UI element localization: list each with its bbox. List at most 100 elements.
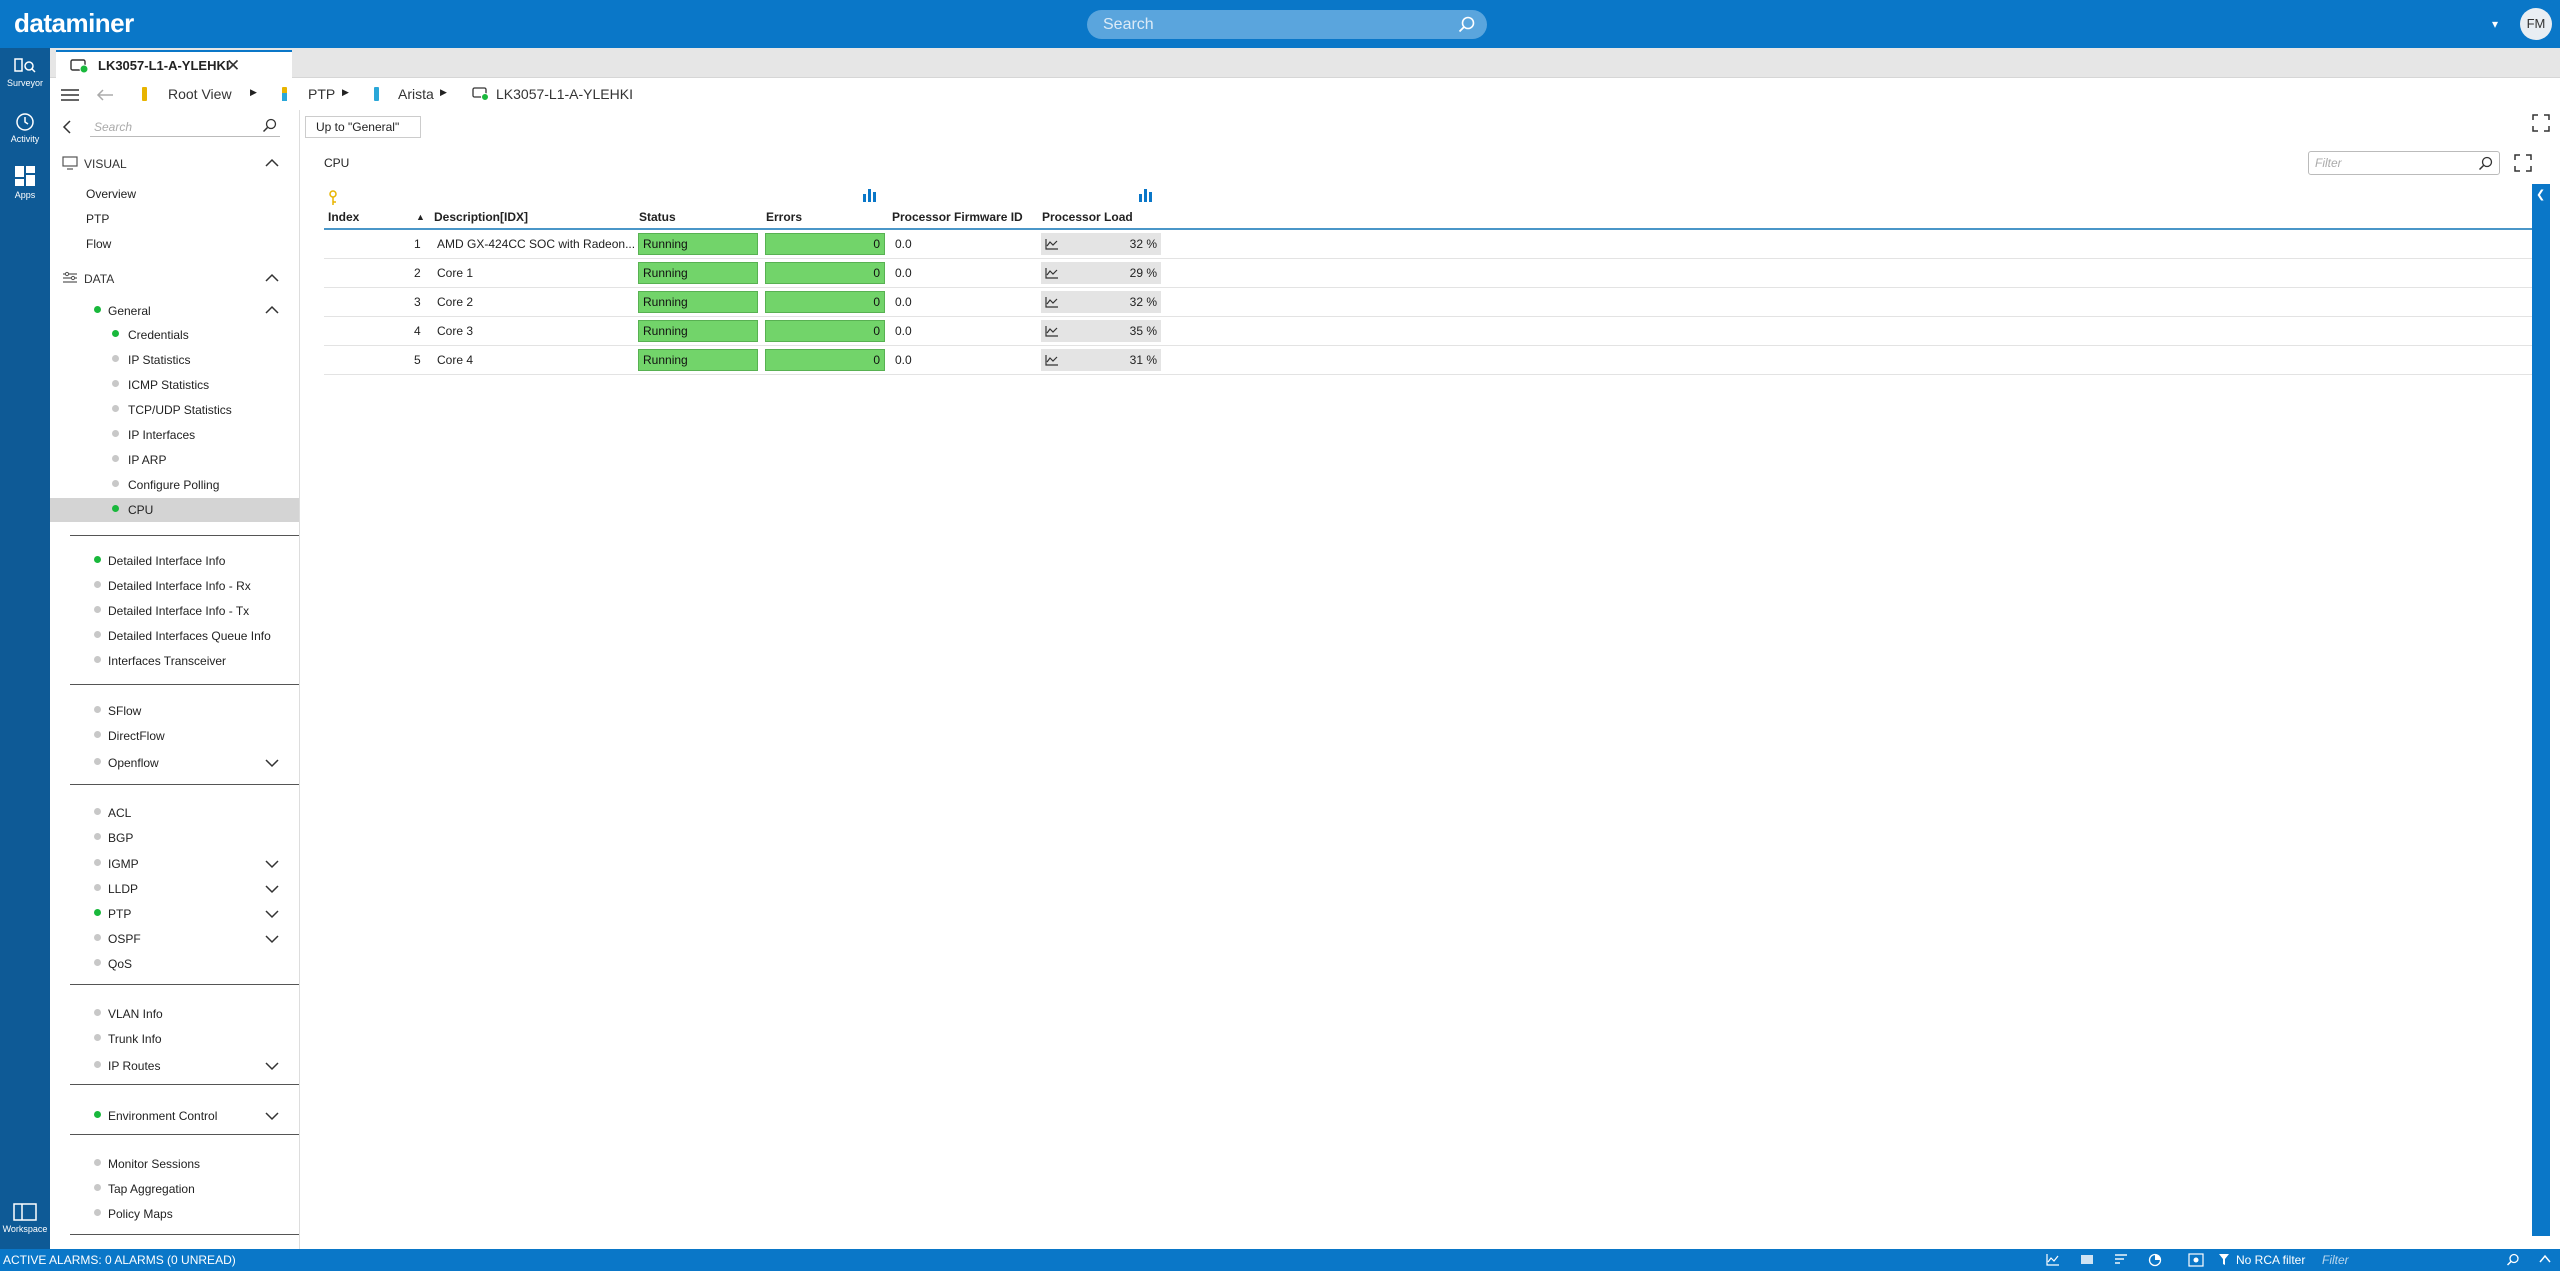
sidebar-item-flow[interactable]: Flow bbox=[86, 237, 111, 251]
tab-element[interactable]: LK3057-L1-A-YLEHKI ✕ bbox=[56, 50, 292, 78]
sidebar-item-openflow[interactable]: Openflow bbox=[108, 756, 159, 770]
sidebar-item-lldp[interactable]: LLDP bbox=[108, 882, 138, 896]
search-icon[interactable] bbox=[2478, 156, 2494, 172]
sort-ascending-icon[interactable]: ▲ bbox=[416, 212, 425, 222]
table-filter-input[interactable] bbox=[2315, 155, 2465, 171]
breadcrumb-ptp[interactable]: PTP bbox=[308, 86, 335, 102]
breadcrumb-root-view[interactable]: Root View bbox=[168, 86, 232, 102]
chevron-down-icon[interactable] bbox=[264, 1111, 280, 1121]
chevron-down-icon[interactable] bbox=[264, 758, 280, 768]
trend-chart-icon[interactable] bbox=[2046, 1253, 2060, 1266]
list-view-icon[interactable] bbox=[2080, 1253, 2094, 1266]
global-search-input[interactable] bbox=[1103, 14, 1443, 35]
bar-chart-icon[interactable] bbox=[1138, 188, 1154, 202]
up-to-parent-button[interactable]: Up to "General" bbox=[305, 116, 421, 138]
sidebar-item-detailed-interface-info-rx[interactable]: Detailed Interface Info - Rx bbox=[108, 579, 251, 593]
column-header-description[interactable]: Description[IDX] bbox=[434, 210, 528, 224]
sidebar-item-ptp-visual[interactable]: PTP bbox=[86, 212, 109, 226]
sidebar-item-ip-routes[interactable]: IP Routes bbox=[108, 1059, 160, 1073]
rca-filter-label[interactable]: No RCA filter bbox=[2236, 1253, 2305, 1267]
menu-caret-icon[interactable]: ▾ bbox=[2492, 17, 2498, 31]
sidebar-item-general[interactable]: General bbox=[108, 304, 151, 318]
chevron-down-icon[interactable] bbox=[264, 1061, 280, 1071]
sort-icon[interactable] bbox=[2114, 1253, 2128, 1266]
sidebar-item-qos[interactable]: QoS bbox=[108, 957, 132, 971]
sidebar-section-visual[interactable]: VISUAL bbox=[84, 157, 127, 171]
fullscreen-icon[interactable] bbox=[2532, 114, 2550, 132]
column-header-status[interactable]: Status bbox=[639, 210, 676, 224]
chevron-down-icon[interactable] bbox=[264, 909, 280, 919]
column-header-errors[interactable]: Errors bbox=[766, 210, 802, 224]
search-icon[interactable] bbox=[2506, 1253, 2520, 1267]
breadcrumb-arista[interactable]: Arista bbox=[398, 86, 434, 102]
sidebar-item-detailed-interface-info[interactable]: Detailed Interface Info bbox=[108, 554, 225, 568]
sidebar-item-cpu[interactable]: CPU bbox=[128, 503, 153, 517]
rail-activity[interactable]: Activity bbox=[0, 112, 50, 144]
chevron-up-icon[interactable] bbox=[264, 273, 280, 283]
trend-chart-icon[interactable] bbox=[1045, 267, 1059, 279]
sidebar-item-directflow[interactable]: DirectFlow bbox=[108, 729, 165, 743]
sidebar-search-input[interactable] bbox=[94, 118, 254, 136]
sidebar-item-vlan-info[interactable]: VLAN Info bbox=[108, 1007, 163, 1021]
chevron-down-icon[interactable] bbox=[264, 934, 280, 944]
sidebar-item-policy-maps[interactable]: Policy Maps bbox=[108, 1207, 173, 1221]
sidebar-item-detailed-interfaces-queue-info[interactable]: Detailed Interfaces Queue Info bbox=[108, 629, 271, 643]
sidebar-item-ptp[interactable]: PTP bbox=[108, 907, 131, 921]
filter-icon[interactable] bbox=[2218, 1253, 2230, 1266]
back-arrow-icon[interactable] bbox=[96, 88, 114, 102]
sidebar-item-environment-control[interactable]: Environment Control bbox=[108, 1109, 217, 1123]
sidebar-item-tcp-udp-statistics[interactable]: TCP/UDP Statistics bbox=[128, 403, 232, 417]
chevron-down-icon[interactable] bbox=[264, 859, 280, 869]
sidebar-item-ip-arp[interactable]: IP ARP bbox=[128, 453, 166, 467]
rail-workspace[interactable]: Workspace bbox=[0, 1202, 50, 1234]
column-header-processor-load[interactable]: Processor Load bbox=[1042, 210, 1133, 224]
search-icon[interactable] bbox=[262, 118, 278, 134]
sidebar-item-interfaces-transceiver[interactable]: Interfaces Transceiver bbox=[108, 654, 226, 668]
sidebar-item-ospf[interactable]: OSPF bbox=[108, 932, 141, 946]
sidebar-item-overview[interactable]: Overview bbox=[86, 187, 136, 201]
focus-icon[interactable] bbox=[2188, 1253, 2204, 1267]
trend-chart-icon[interactable] bbox=[1045, 238, 1059, 250]
breadcrumb-element[interactable]: LK3057-L1-A-YLEHKI bbox=[496, 86, 633, 102]
trend-chart-icon[interactable] bbox=[1045, 354, 1059, 366]
alarm-filter-input[interactable] bbox=[2322, 1251, 2502, 1269]
chevron-up-icon[interactable] bbox=[2538, 1253, 2552, 1265]
sidebar-item-configure-polling[interactable]: Configure Polling bbox=[128, 478, 219, 492]
table-row[interactable]: 1 AMD GX-424CC SOC with Radeon... Runnin… bbox=[324, 230, 2532, 259]
column-header-index[interactable]: Index bbox=[328, 210, 359, 224]
table-filter[interactable] bbox=[2308, 151, 2500, 175]
table-row[interactable]: 2 Core 1 Running 0 0.0 29 % bbox=[324, 259, 2532, 288]
sidebar-item-credentials[interactable]: Credentials bbox=[128, 328, 189, 342]
sidebar-item-bgp[interactable]: BGP bbox=[108, 831, 133, 845]
close-icon[interactable]: ✕ bbox=[226, 56, 240, 76]
sidebar-item-ip-interfaces[interactable]: IP Interfaces bbox=[128, 428, 195, 442]
column-header-firmware-id[interactable]: Processor Firmware ID bbox=[892, 210, 1023, 224]
chevron-up-icon[interactable] bbox=[264, 158, 280, 168]
sidebar-item-icmp-statistics[interactable]: ICMP Statistics bbox=[128, 378, 209, 392]
sidebar-item-trunk-info[interactable]: Trunk Info bbox=[108, 1032, 162, 1046]
chevron-down-icon[interactable] bbox=[264, 884, 280, 894]
sidebar-item-sflow[interactable]: SFlow bbox=[108, 704, 141, 718]
active-alarms-summary[interactable]: ACTIVE ALARMS: 0 ALARMS (0 UNREAD) bbox=[3, 1253, 236, 1267]
trend-chart-icon[interactable] bbox=[1045, 296, 1059, 308]
sidebar-item-detailed-interface-info-tx[interactable]: Detailed Interface Info - Tx bbox=[108, 604, 249, 618]
rail-surveyor[interactable]: Surveyor bbox=[0, 56, 50, 88]
sidebar-item-monitor-sessions[interactable]: Monitor Sessions bbox=[108, 1157, 200, 1171]
table-row[interactable]: 4 Core 3 Running 0 0.0 35 % bbox=[324, 317, 2532, 346]
sidebar-item-acl[interactable]: ACL bbox=[108, 806, 131, 820]
bar-chart-icon[interactable] bbox=[862, 188, 878, 202]
side-panel-toggle[interactable]: ❮ bbox=[2532, 184, 2550, 1236]
chevron-up-icon[interactable] bbox=[264, 305, 280, 315]
rail-apps[interactable]: Apps bbox=[0, 164, 50, 200]
hamburger-menu-icon[interactable] bbox=[60, 88, 80, 102]
search-icon[interactable] bbox=[1457, 15, 1477, 35]
sidebar-item-ip-statistics[interactable]: IP Statistics bbox=[128, 353, 190, 367]
sidebar-item-igmp[interactable]: IGMP bbox=[108, 857, 139, 871]
pie-chart-icon[interactable] bbox=[2148, 1253, 2162, 1267]
sidebar-item-tap-aggregation[interactable]: Tap Aggregation bbox=[108, 1182, 195, 1196]
app-logo[interactable]: dataminer bbox=[14, 8, 134, 39]
sidebar-search[interactable] bbox=[90, 117, 280, 137]
chevron-left-icon[interactable] bbox=[62, 120, 72, 134]
global-search[interactable] bbox=[1087, 10, 1487, 39]
table-row[interactable]: 3 Core 2 Running 0 0.0 32 % bbox=[324, 288, 2532, 317]
